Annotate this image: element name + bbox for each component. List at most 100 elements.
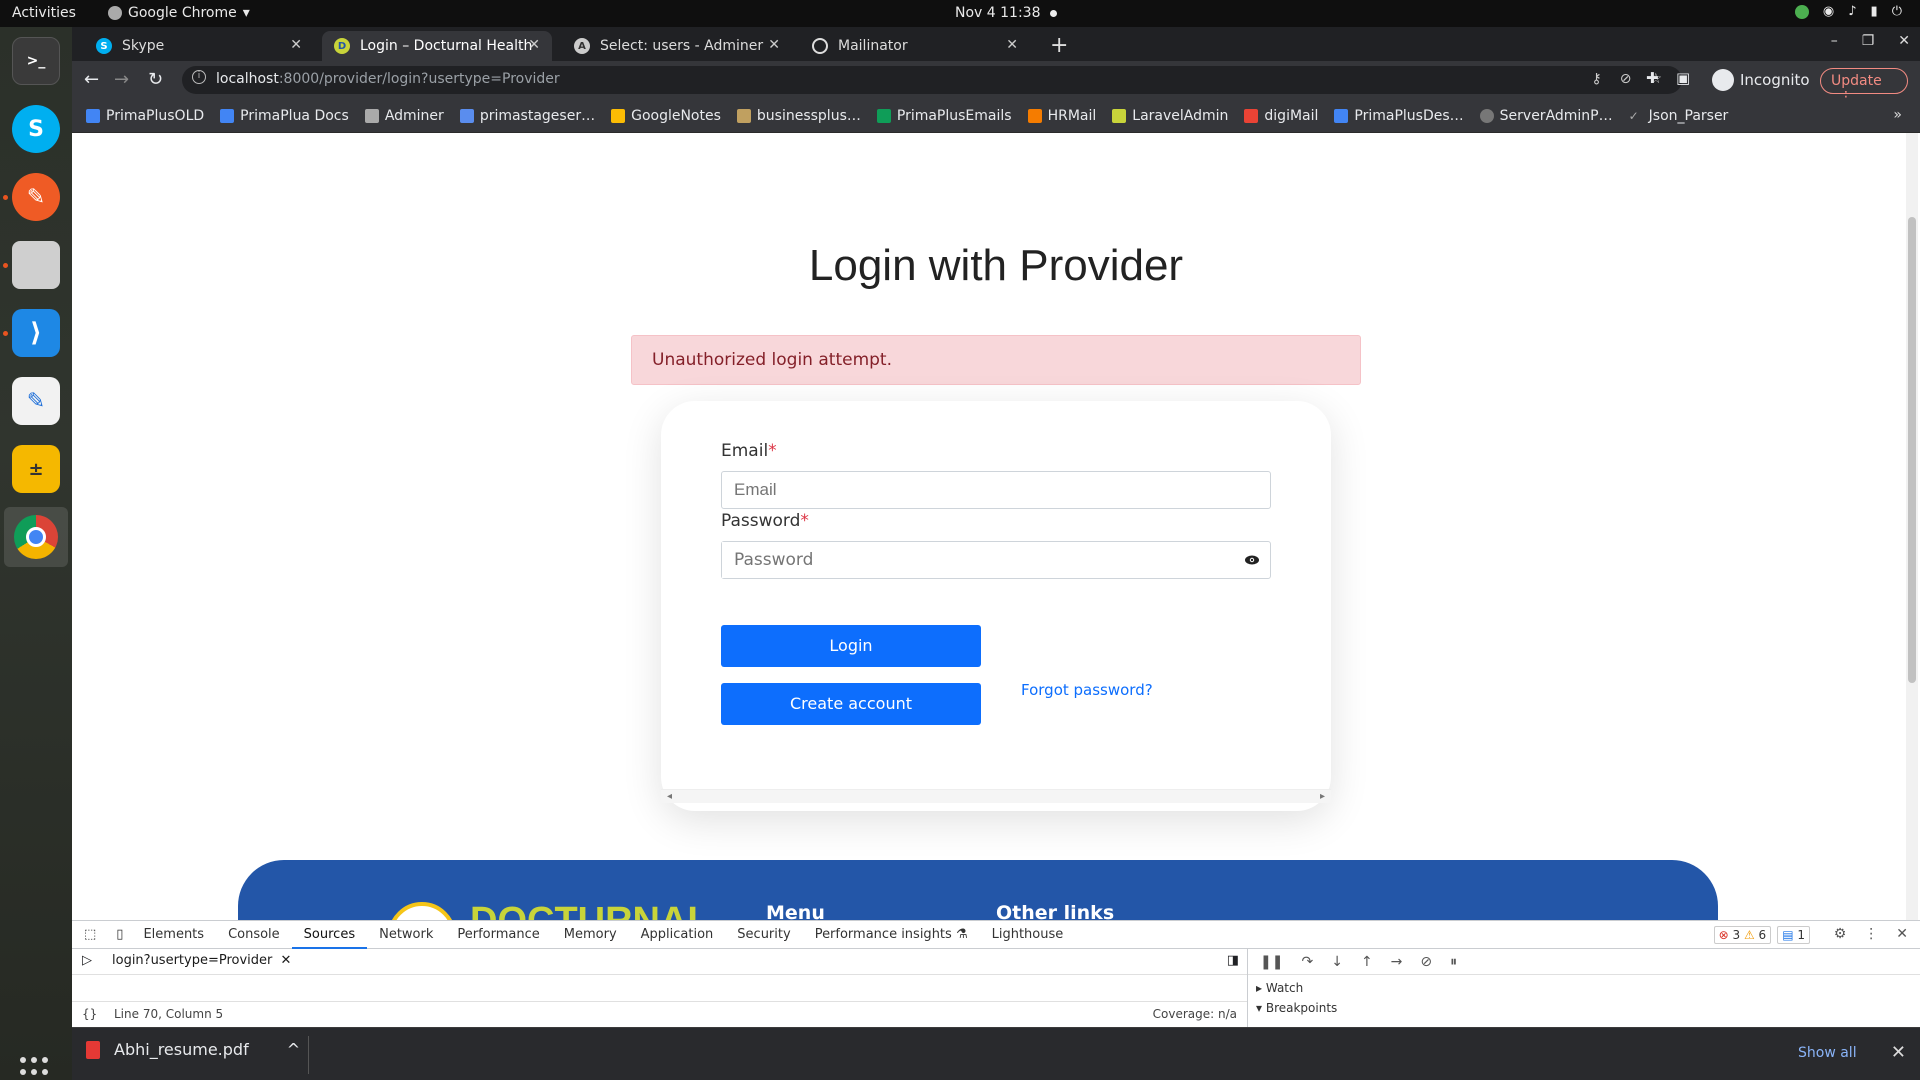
tab-adminer[interactable]: A Select: users - Adminer ✕ [562, 31, 792, 61]
info-icon[interactable]: i [192, 70, 206, 84]
close-window-icon[interactable]: ✕ [1898, 33, 1910, 49]
scroll-right-icon[interactable]: ▸ [1320, 791, 1325, 802]
bookmark-item[interactable]: HRMail [1027, 108, 1096, 124]
close-devtools-icon[interactable]: ✕ [1896, 926, 1908, 942]
page-scrollbar[interactable] [1906, 133, 1918, 920]
tab-mailinator[interactable]: Mailinator ✕ [800, 31, 1030, 61]
new-tab-button[interactable]: + [1050, 33, 1068, 58]
settings-gear-icon[interactable]: ⚙ [1834, 926, 1847, 942]
back-icon[interactable]: ← [84, 69, 99, 90]
bookmark-item[interactable]: GoogleNotes [611, 108, 721, 124]
pause-on-exceptions-icon[interactable]: ⏸ [1450, 954, 1457, 970]
clock[interactable]: Nov 4 11:38 [955, 5, 1058, 21]
close-icon[interactable]: ✕ [528, 37, 540, 53]
bookmark-item[interactable]: LaravelAdmin [1112, 108, 1228, 124]
activities-button[interactable]: Activities [12, 5, 76, 21]
devtools-tab-security[interactable]: Security [725, 921, 802, 949]
terminal-icon[interactable]: >_ [12, 37, 60, 85]
step-icon[interactable]: → [1391, 954, 1403, 970]
breakpoints-section[interactable]: ▾ Breakpoints [1248, 1001, 1920, 1015]
bookmark-item[interactable]: ServerAdminP… [1479, 108, 1613, 124]
bookmark-item[interactable]: primastageser… [459, 108, 595, 124]
bookmark-item[interactable]: PrimaPlusDes… [1334, 108, 1464, 124]
login-button[interactable]: Login [721, 625, 981, 667]
bookmark-item[interactable]: ✓ Json_Parser [1629, 108, 1729, 124]
sources-status-bar: {} Line 70, Column 5 Coverage: n/a [72, 1001, 1247, 1027]
devtools-tab-performance[interactable]: Performance [445, 921, 551, 949]
extensions-icon[interactable]: ✚ [1646, 69, 1659, 87]
doc-icon [1334, 108, 1349, 123]
forward-icon[interactable]: → [114, 69, 129, 90]
tab-skype[interactable]: S Skype ✕ [84, 31, 314, 61]
minimize-icon[interactable]: – [1831, 33, 1838, 49]
open-file-tab[interactable]: login?usertype=Provider ✕ [112, 953, 291, 968]
postman-icon[interactable]: ✎ [12, 173, 60, 221]
eye-off-icon[interactable]: ⊘ [1620, 71, 1632, 87]
devtools-tab-console[interactable]: Console [216, 921, 292, 949]
inspect-element-icon[interactable]: ⬚ [72, 921, 108, 949]
devtools-tab-lighthouse[interactable]: Lighthouse [980, 921, 1076, 949]
close-icon[interactable]: ✕ [1891, 1042, 1906, 1063]
devtools-tab-memory[interactable]: Memory [552, 921, 629, 949]
app-menu[interactable]: Google Chrome ▾ [108, 5, 250, 21]
bookmark-item[interactable]: PrimaPlusEmails [876, 108, 1012, 124]
scrollbar-thumb[interactable] [1908, 217, 1916, 683]
chevron-up-icon[interactable]: ^ [287, 1040, 300, 1059]
forgot-password-link[interactable]: Forgot password? [1021, 681, 1153, 699]
pause-icon[interactable]: ❚❚ [1260, 954, 1283, 970]
step-over-icon[interactable]: ↷ [1301, 954, 1313, 970]
bookmarks-overflow-icon[interactable]: » [1893, 107, 1902, 123]
text-editor-icon[interactable]: ✎ [12, 377, 60, 425]
password-field[interactable] [722, 542, 1222, 578]
reload-icon[interactable]: ↻ [148, 69, 163, 90]
close-icon[interactable]: ✕ [768, 37, 780, 53]
update-button[interactable]: Update ⋮ [1820, 68, 1908, 105]
show-all-button[interactable]: Show all [1798, 1045, 1857, 1061]
email-field[interactable] [721, 471, 1271, 509]
navigator-toggle-icon[interactable]: ▷ [82, 953, 92, 968]
device-toolbar-icon[interactable]: ▯ [108, 921, 131, 949]
files-icon[interactable] [12, 241, 60, 289]
bookmark-item[interactable]: PrimaPlua Docs [220, 108, 349, 124]
deactivate-breakpoints-icon[interactable]: ⊘ [1420, 954, 1432, 970]
devtools-tab-performance-insights[interactable]: Performance insights ⚗ [803, 921, 980, 949]
devtools-tab-application[interactable]: Application [629, 921, 726, 949]
eye-icon[interactable] [1244, 552, 1260, 568]
devtools-tab-network[interactable]: Network [367, 921, 445, 949]
message-count[interactable]: ▤ 1 [1777, 926, 1810, 944]
bookmark-item[interactable]: Adminer [364, 108, 444, 124]
step-out-icon[interactable]: ↑ [1361, 954, 1373, 970]
system-tray[interactable]: ◉ ♪ ▮ ⏻ [1794, 4, 1902, 19]
download-item[interactable]: Abhi_resume.pdf ^ [86, 1040, 300, 1059]
watch-section[interactable]: ▸ Watch [1248, 975, 1920, 1001]
calculator-icon[interactable]: ± [12, 445, 60, 493]
chrome-icon[interactable] [4, 507, 68, 567]
error-count[interactable]: ⊗ 3 ⚠ 6 [1713, 926, 1772, 944]
address-bar[interactable]: i localhost:8000/provider/login?usertype… [182, 66, 1682, 94]
docturnal-icon: D [334, 38, 350, 54]
key-icon[interactable]: ⚷ [1591, 71, 1601, 87]
bookmark-item[interactable]: businessplus… [736, 108, 861, 124]
show-apps-icon[interactable] [20, 1057, 52, 1080]
close-icon[interactable]: ✕ [1006, 37, 1018, 53]
tab-docturnal[interactable]: D Login – Docturnal Health ✕ [322, 31, 552, 61]
close-icon[interactable]: ✕ [290, 37, 302, 53]
create-account-button[interactable]: Create account [721, 683, 981, 725]
kebab-menu-icon[interactable]: ⋮ [1864, 926, 1878, 942]
restore-icon[interactable]: ❐ [1862, 33, 1875, 49]
debugger-toggle-icon[interactable]: ◨ [1227, 953, 1239, 968]
side-panel-icon[interactable]: ▣ [1676, 69, 1690, 87]
devtools-tab-sources[interactable]: Sources [291, 921, 368, 949]
skype-icon[interactable]: S [12, 105, 60, 153]
incognito-badge[interactable]: Incognito [1712, 69, 1810, 91]
bookmark-item[interactable]: digiMail [1244, 108, 1318, 124]
step-into-icon[interactable]: ↓ [1331, 954, 1343, 970]
devtools-tab-elements[interactable]: Elements [131, 921, 216, 949]
bookmark-item[interactable]: PrimaPlusOLD [86, 108, 204, 124]
pretty-print-icon[interactable]: {} [82, 1007, 97, 1021]
scroll-left-icon[interactable]: ◂ [667, 791, 672, 802]
vscode-icon[interactable]: ⟩ [12, 309, 60, 357]
close-icon[interactable]: ✕ [281, 953, 292, 968]
horizontal-scrollbar[interactable]: ◂ ▸ [661, 789, 1331, 803]
issue-counters[interactable]: ⊗ 3 ⚠ 6 ▤ 1 [1713, 926, 1810, 944]
